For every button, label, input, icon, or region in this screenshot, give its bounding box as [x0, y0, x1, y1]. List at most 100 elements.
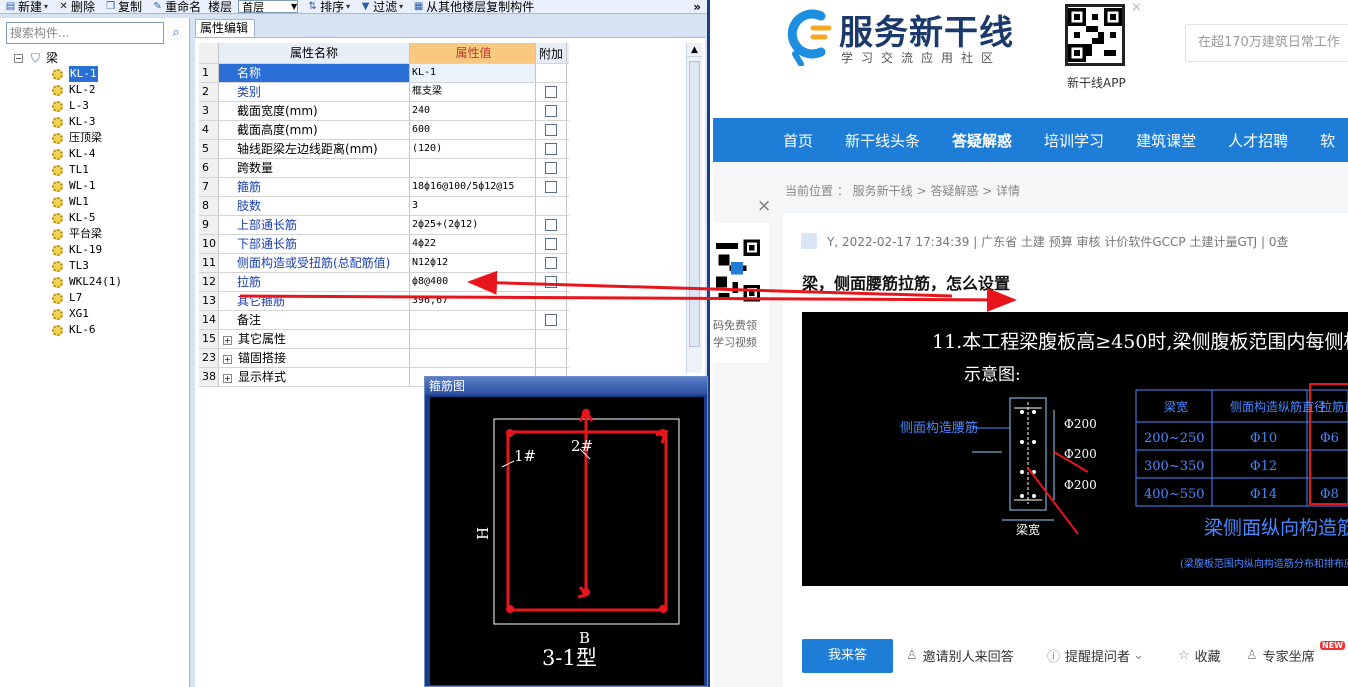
property-value-field[interactable] — [410, 159, 536, 177]
tree-item[interactable]: 平台梁 — [14, 226, 184, 242]
close-icon[interactable]: × — [1131, 0, 1142, 15]
property-value-field[interactable]: 18ф16@100/5ф12@15 — [410, 178, 536, 196]
nav-item[interactable]: 软 — [1320, 130, 1335, 151]
sort-button[interactable]: ⇅ 排序 ▾ — [302, 0, 355, 13]
copy-from-floor-button[interactable]: ▦ 从其他楼层复制构件 — [408, 0, 539, 13]
property-value-field[interactable]: 框支梁 — [410, 83, 536, 101]
question-image[interactable]: 11.本工程梁腹板高≥450时,梁侧腹板范围内每侧构造腰筋,见 示意图: 侧面构… — [802, 312, 1348, 586]
extra-checkbox[interactable] — [545, 162, 557, 174]
property-row[interactable]: 11 侧面构造或受扭筋(总配筋值) N12ф12 — [199, 254, 569, 273]
property-value-field[interactable] — [410, 349, 536, 367]
site-brand[interactable]: 服务新干线 — [839, 5, 1014, 54]
tree-item[interactable]: TL3 — [14, 258, 184, 274]
property-row[interactable]: 15 + 其它属性 — [199, 330, 569, 349]
extra-checkbox[interactable] — [545, 219, 557, 231]
property-value-field[interactable]: 2ф25+(2ф12) — [410, 216, 536, 234]
property-grid-scrollbar[interactable]: ▲ — [686, 43, 702, 373]
stirrup-diagram-window[interactable]: 箍筋图 1# 2# H B 3-1型 — [424, 376, 708, 687]
copy-button[interactable]: ❐ 复制 — [100, 0, 147, 13]
site-logo-icon[interactable] — [783, 6, 833, 66]
property-row[interactable]: 10 下部通长筋 4ф22 — [199, 235, 569, 254]
property-row[interactable]: 14 备注 — [199, 311, 569, 330]
nav-item[interactable]: 人才招聘 — [1228, 130, 1288, 151]
extra-checkbox[interactable] — [545, 238, 557, 250]
remind-button[interactable]: ⓘ 提醒提问者 ⌄ — [1047, 646, 1149, 665]
property-row[interactable]: 12 拉筋 ф8@400 — [199, 273, 569, 292]
tree-item[interactable]: WL1 — [14, 194, 184, 210]
tree-item[interactable]: KL-4 — [14, 146, 184, 162]
close-icon[interactable]: × — [757, 196, 771, 216]
extra-checkbox[interactable] — [545, 181, 557, 193]
nav-item[interactable]: 建筑课堂 — [1136, 130, 1196, 151]
site-search-input[interactable]: 在超170万建筑日常工作 — [1185, 24, 1348, 62]
nav-item[interactable]: 答疑解惑 — [952, 130, 1012, 151]
tree-item[interactable]: WL-1 — [14, 178, 184, 194]
tree-item[interactable]: 压顶梁 — [14, 130, 184, 146]
property-row[interactable]: 13 其它箍筋 396,67 — [199, 292, 569, 311]
tree-item[interactable]: KL-6 — [14, 322, 184, 338]
search-icon[interactable]: ⌕ — [166, 22, 186, 44]
nav-item[interactable]: 培训学习 — [1044, 130, 1104, 151]
scroll-up-icon[interactable]: ▲ — [687, 43, 702, 57]
property-row[interactable]: 3 截面宽度(mm) 240 — [199, 102, 569, 121]
new-button[interactable]: ▤ 新建 ▾ — [0, 0, 53, 13]
property-value-field[interactable]: 3 — [410, 197, 536, 215]
expand-icon[interactable]: + — [223, 336, 232, 345]
search-input[interactable]: 搜索构件... — [6, 22, 164, 44]
extra-checkbox[interactable] — [545, 124, 557, 136]
toolbar-overflow-button[interactable]: » — [693, 0, 707, 13]
property-row[interactable]: 7 箍筋 18ф16@100/5ф12@15 — [199, 178, 569, 197]
scroll-thumb[interactable] — [689, 61, 700, 347]
property-value-field[interactable] — [410, 311, 536, 329]
favorite-button[interactable]: ☆ 收藏 — [1178, 646, 1221, 665]
expert-seat-button[interactable]: ♙ 专家坐席 — [1246, 646, 1315, 665]
expand-icon[interactable]: + — [223, 355, 232, 364]
property-row[interactable]: 1 名称 KL-1 — [199, 64, 569, 83]
extra-checkbox[interactable] — [545, 143, 557, 155]
rename-button[interactable]: ✎ 重命名 — [147, 0, 206, 13]
property-row[interactable]: 8 肢数 3 — [199, 197, 569, 216]
property-value-field[interactable]: KL-1 — [410, 64, 536, 82]
extra-checkbox[interactable] — [545, 257, 557, 269]
tree-item[interactable]: KL-3 — [14, 114, 184, 130]
nav-item[interactable]: 首页 — [783, 130, 813, 151]
tree-item[interactable]: L-3 — [14, 98, 184, 114]
tree-item[interactable]: KL-2 — [14, 82, 184, 98]
extra-checkbox[interactable] — [545, 276, 557, 288]
tree-item[interactable]: XG1 — [14, 306, 184, 322]
property-value-field[interactable]: 396,67 — [410, 292, 536, 310]
collapse-icon[interactable]: − — [14, 53, 23, 63]
tree-item[interactable]: KL-1 — [14, 66, 184, 82]
property-row[interactable]: 5 轴线距梁左边线距离(mm) (120) — [199, 140, 569, 159]
expand-icon[interactable]: + — [223, 374, 232, 383]
property-value-field[interactable]: ф8@400 — [410, 273, 536, 291]
tab-property-edit[interactable]: 属性编辑 — [195, 19, 255, 37]
nav-item[interactable]: 新干线头条 — [845, 130, 920, 151]
extra-checkbox[interactable] — [545, 105, 557, 117]
tree-item[interactable]: L7 — [14, 290, 184, 306]
tree-root-beam[interactable]: − ⛉ 梁 — [14, 50, 184, 66]
invite-button[interactable]: ♙ 邀请别人来回答 — [906, 646, 1014, 665]
filter-button[interactable]: ▼ 过滤 ▾ — [355, 0, 408, 13]
tree-item[interactable]: TL1 — [14, 162, 184, 178]
property-value-field[interactable]: 240 — [410, 102, 536, 120]
tree-item[interactable]: WKL24(1) — [14, 274, 184, 290]
property-row[interactable]: 9 上部通长筋 2ф25+(2ф12) — [199, 216, 569, 235]
property-value-field[interactable]: N12ф12 — [410, 254, 536, 272]
stirrup-window-title[interactable]: 箍筋图 — [425, 377, 707, 395]
tree-item[interactable]: KL-5 — [14, 210, 184, 226]
property-row[interactable]: 2 类别 框支梁 — [199, 83, 569, 102]
property-row[interactable]: 4 截面高度(mm) 600 — [199, 121, 569, 140]
property-value-field[interactable]: 600 — [410, 121, 536, 139]
property-row[interactable]: 6 跨数量 — [199, 159, 569, 178]
property-value-field[interactable]: (120) — [410, 140, 536, 158]
property-value-field[interactable] — [410, 330, 536, 348]
answer-button[interactable]: 我来答 — [802, 639, 893, 673]
delete-button[interactable]: ✕ 删除 — [53, 0, 100, 13]
extra-checkbox[interactable] — [545, 86, 557, 98]
tree-item[interactable]: KL-19 — [14, 242, 184, 258]
property-row[interactable]: 23 + 锚固搭接 — [199, 349, 569, 368]
floor-select[interactable]: 首层 ▼ — [238, 0, 299, 13]
extra-checkbox[interactable] — [545, 314, 557, 326]
property-value-field[interactable]: 4ф22 — [410, 235, 536, 253]
